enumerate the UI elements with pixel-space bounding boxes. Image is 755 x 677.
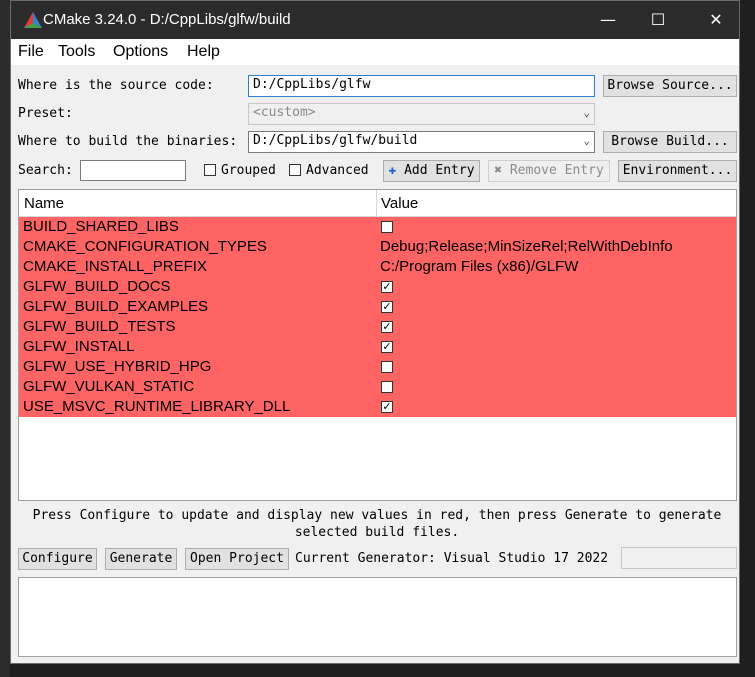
advanced-label: Advanced xyxy=(306,163,369,178)
column-divider[interactable] xyxy=(376,190,377,216)
checked-checkbox[interactable]: ✓ xyxy=(381,341,393,353)
cmake-window: CMake 3.24.0 - D:/CppLibs/glfw/build — ☐… xyxy=(10,0,740,664)
row-name: GLFW_BUILD_TESTS xyxy=(23,318,176,335)
table-row[interactable]: GLFW_USE_HYBRID_HPG xyxy=(19,357,736,377)
browse-build-button[interactable]: Browse Build... xyxy=(603,131,737,153)
search-label: Search: xyxy=(18,163,73,178)
preset-label: Preset: xyxy=(18,106,73,121)
row-value[interactable]: C:/Program Files (x86)/GLFW xyxy=(380,258,578,275)
table-row[interactable]: USE_MSVC_RUNTIME_LIBRARY_DLL ✓ xyxy=(19,397,736,417)
preset-value: <custom> xyxy=(253,105,316,120)
title-bar[interactable]: CMake 3.24.0 - D:/CppLibs/glfw/build — ☐… xyxy=(11,1,739,39)
browse-source-button[interactable]: Browse Source... xyxy=(603,75,737,97)
advanced-checkbox[interactable] xyxy=(289,164,301,176)
output-log[interactable] xyxy=(18,577,737,657)
minimize-button[interactable]: — xyxy=(585,1,631,39)
table-row[interactable]: BUILD_SHARED_LIBS xyxy=(19,217,736,237)
table-row[interactable]: GLFW_BUILD_EXAMPLES ✓ xyxy=(19,297,736,317)
checked-checkbox[interactable]: ✓ xyxy=(381,401,393,413)
background-right-edge xyxy=(740,0,755,677)
row-name: GLFW_VULKAN_STATIC xyxy=(23,378,195,395)
plus-icon: ✚ xyxy=(388,163,397,178)
table-row[interactable]: GLFW_BUILD_TESTS ✓ xyxy=(19,317,736,337)
window-title: CMake 3.24.0 - D:/CppLibs/glfw/build xyxy=(43,11,291,28)
source-input[interactable]: D:/CppLibs/glfw xyxy=(248,75,595,97)
hint-line-2: selected build files. xyxy=(294,525,460,540)
table-row[interactable]: GLFW_INSTALL ✓ xyxy=(19,337,736,357)
checked-checkbox[interactable]: ✓ xyxy=(381,321,393,333)
cmake-triangle-icon xyxy=(24,12,42,28)
build-label: Where to build the binaries: xyxy=(18,134,238,149)
chevron-down-icon: ⌄ xyxy=(583,106,590,119)
column-value[interactable]: Value xyxy=(381,195,418,212)
grouped-checkbox[interactable] xyxy=(204,164,216,176)
remove-entry-label: Remove Entry xyxy=(509,163,604,178)
build-value: D:/CppLibs/glfw/build xyxy=(253,133,418,148)
menu-options[interactable]: Options xyxy=(113,43,168,61)
menu-tools[interactable]: Tools xyxy=(58,43,95,61)
hint-text: Press Configure to update and display ne… xyxy=(19,507,735,541)
remove-entry-button[interactable]: ✖ Remove Entry xyxy=(488,160,610,182)
row-name: GLFW_BUILD_DOCS xyxy=(23,278,171,295)
chevron-down-icon[interactable]: ⌄ xyxy=(583,134,590,147)
generate-button[interactable]: Generate xyxy=(105,548,177,570)
table-row[interactable]: CMAKE_INSTALL_PREFIX C:/Program Files (x8… xyxy=(19,257,736,277)
row-name: GLFW_INSTALL xyxy=(23,338,135,355)
environment-button[interactable]: Environment... xyxy=(618,160,737,182)
row-name: GLFW_BUILD_EXAMPLES xyxy=(23,298,209,315)
checked-checkbox[interactable]: ✓ xyxy=(381,301,393,313)
source-label: Where is the source code: xyxy=(18,78,214,93)
maximize-button[interactable]: ☐ xyxy=(635,1,681,39)
source-value: D:/CppLibs/glfw xyxy=(253,77,371,92)
menu-help[interactable]: Help xyxy=(187,43,220,61)
progress-bar xyxy=(621,547,737,569)
row-name: CMAKE_CONFIGURATION_TYPES xyxy=(23,238,267,255)
menu-bar: File Tools Options Help xyxy=(11,39,739,65)
table-row[interactable]: GLFW_VULKAN_STATIC xyxy=(19,377,736,397)
row-name: CMAKE_INSTALL_PREFIX xyxy=(23,258,207,275)
row-name: USE_MSVC_RUNTIME_LIBRARY_DLL xyxy=(23,398,291,415)
checked-checkbox[interactable]: ✓ xyxy=(381,281,393,293)
preset-select[interactable]: <custom> ⌄ xyxy=(248,103,595,125)
background-window-edge xyxy=(0,0,10,677)
unchecked-checkbox[interactable] xyxy=(381,381,393,393)
add-entry-label: Add Entry xyxy=(404,163,475,178)
menu-file[interactable]: File xyxy=(18,43,44,61)
table-header: Name Value xyxy=(19,190,736,217)
table-row[interactable]: GLFW_BUILD_DOCS ✓ xyxy=(19,277,736,297)
hint-line-1: Press Configure to update and display ne… xyxy=(32,508,722,523)
current-generator-text: Current Generator: Visual Studio 17 2022 xyxy=(295,551,609,566)
unchecked-checkbox[interactable] xyxy=(381,221,393,233)
row-name: BUILD_SHARED_LIBS xyxy=(23,218,179,235)
row-name: GLFW_USE_HYBRID_HPG xyxy=(23,358,212,375)
add-entry-button[interactable]: ✚ Add Entry xyxy=(383,160,480,182)
column-name[interactable]: Name xyxy=(24,195,64,212)
configure-button[interactable]: Configure xyxy=(18,548,97,570)
grouped-label: Grouped xyxy=(221,163,276,178)
build-input[interactable]: D:/CppLibs/glfw/build ⌄ xyxy=(248,131,595,153)
unchecked-checkbox[interactable] xyxy=(381,361,393,373)
open-project-button[interactable]: Open Project xyxy=(185,548,289,570)
cache-table[interactable]: Name Value BUILD_SHARED_LIBS CMAKE_CONFIG… xyxy=(18,189,737,501)
x-icon: ✖ xyxy=(494,163,503,178)
search-input[interactable] xyxy=(80,160,186,181)
row-value[interactable]: Debug;Release;MinSizeRel;RelWithDebInfo xyxy=(380,238,673,255)
table-row[interactable]: CMAKE_CONFIGURATION_TYPES Debug;Release;M… xyxy=(19,237,736,257)
close-button[interactable]: ✕ xyxy=(693,1,739,39)
